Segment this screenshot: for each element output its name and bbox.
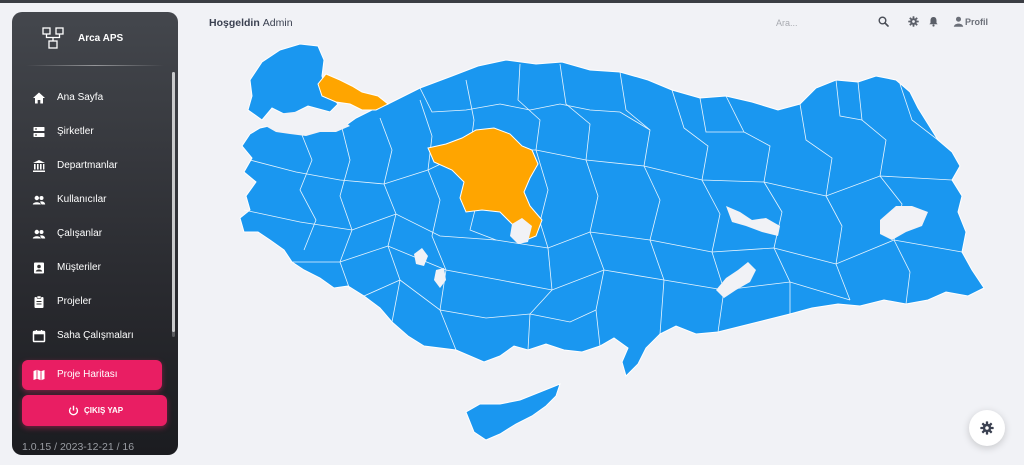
sidebar: Arca APS Ana Sayfa Şirketler Departmanla… [12,12,178,455]
org-chart-icon [42,27,64,49]
gear-icon[interactable] [908,16,919,27]
version-text: 1.0.15 / 2023-12-21 / 16 [22,441,135,453]
home-icon [33,92,45,104]
brand[interactable]: Arca APS [12,12,178,64]
sidebar-scrollbar-thumb[interactable] [172,72,175,332]
bell-icon[interactable] [928,16,939,27]
sidebar-item-sirketler[interactable]: Şirketler [22,117,162,147]
sidebar-item-label: Şirketler [57,126,94,137]
sidebar-item-ana-sayfa[interactable]: Ana Sayfa [22,83,162,113]
logout-label: ÇIKIŞ YAP [84,406,124,415]
gear-icon [980,421,994,435]
users-icon [32,229,46,239]
profile-label: Profil [965,17,989,27]
sidebar-item-musteriler[interactable]: Müşteriler [22,253,162,283]
sidebar-item-label: Kullanıcılar [57,194,107,205]
sidebar-item-label: Saha Çalışmaları [57,330,134,341]
sidebar-item-label: Projeler [57,296,92,307]
map-landmass [239,43,985,441]
power-icon [68,405,79,416]
clipboard-icon [34,295,44,308]
sidebar-item-label: Müşteriler [57,262,101,273]
sidebar-item-proje-haritasi[interactable]: Proje Haritası [22,360,162,390]
bank-icon [33,160,45,172]
search-input[interactable] [776,16,866,30]
sidebar-item-departmanlar[interactable]: Departmanlar [22,151,162,181]
sidebar-item-saha-calismalari[interactable]: Saha Çalışmaları [22,321,162,351]
sidebar-item-label: Proje Haritası [57,369,118,380]
sidebar-item-label: Çalışanlar [57,228,103,239]
sidebar-item-projeler[interactable]: Projeler [22,287,162,317]
greeting-user: Admin [262,17,293,29]
map-region-cyprus[interactable] [465,383,561,441]
map-region-anatolia[interactable] [239,59,985,377]
sidebar-nav: Ana Sayfa Şirketler Departmanlar Kullanı… [12,72,178,398]
floating-settings-button[interactable] [969,410,1005,446]
contact-icon [34,262,44,274]
turkey-project-map[interactable] [236,38,988,448]
logout-button[interactable]: ÇIKIŞ YAP [22,395,167,426]
sidebar-item-calisanlar[interactable]: Çalışanlar [22,219,162,249]
users-icon [32,195,46,205]
page-greeting: Hoşgeldin Admin [209,17,293,29]
brand-divider [26,65,164,66]
brand-name: Arca APS [78,33,124,44]
map-icon [33,369,45,381]
user-icon [953,16,964,27]
sidebar-item-label: Ana Sayfa [57,92,104,103]
sidebar-item-label: Departmanlar [57,160,118,171]
sidebar-item-kullanicilar[interactable]: Kullanıcılar [22,185,162,215]
search-icon[interactable] [878,16,889,27]
calendar-icon [32,330,46,343]
greeting-text: Hoşgeldin [209,17,260,29]
server-icon [33,127,45,137]
